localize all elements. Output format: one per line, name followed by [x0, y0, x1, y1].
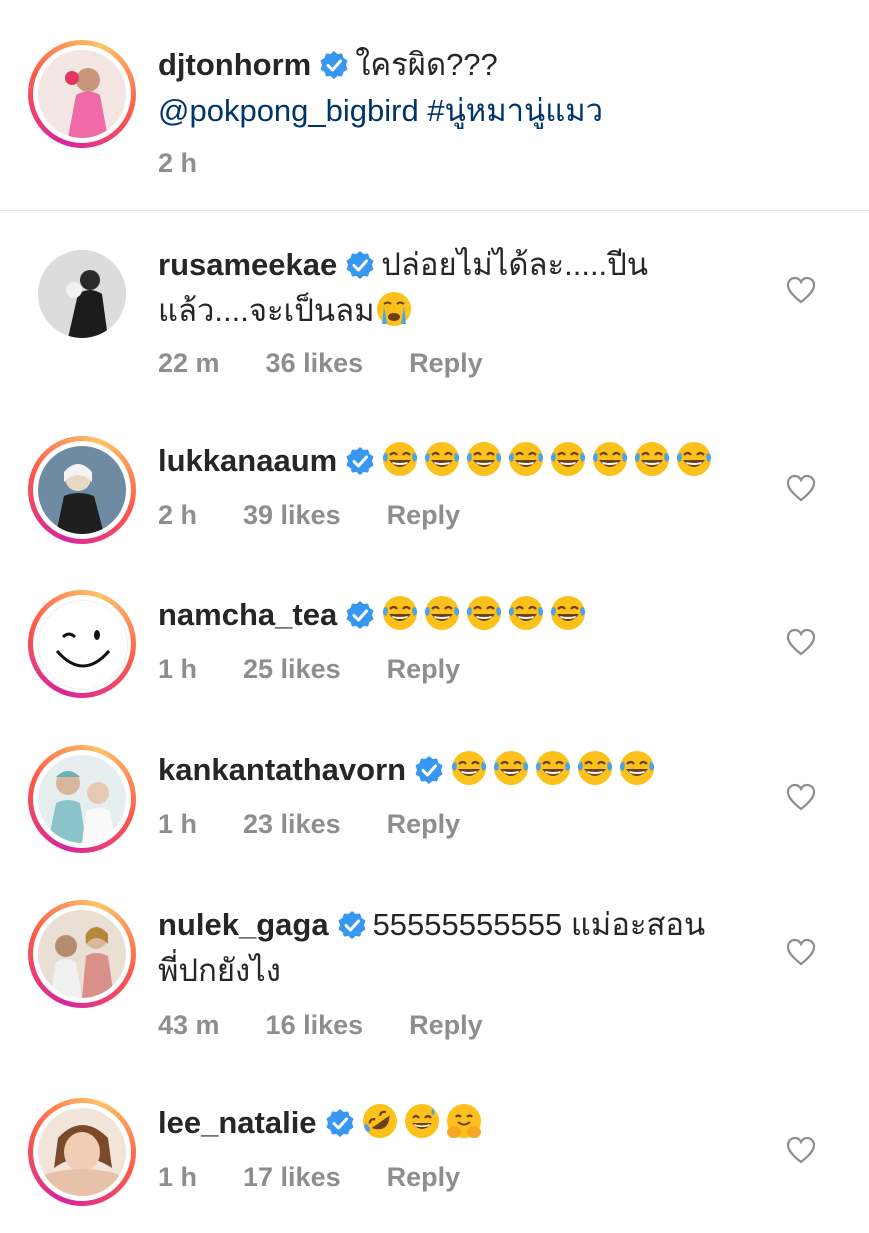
verified-badge-icon [326, 1109, 354, 1137]
comment-text: rusameekae ปล่อยไม่ได้ละ.....ปีน แล้ว....… [158, 242, 758, 334]
comment-meta: 22 m 36 likes Reply [158, 348, 483, 379]
likes-count[interactable]: 16 likes [266, 1010, 364, 1041]
verified-badge-icon [346, 601, 374, 629]
laughing-tears-icon [467, 596, 502, 630]
emoji-run [381, 442, 717, 478]
likes-count[interactable]: 23 likes [243, 809, 341, 840]
laughing-tears-icon [577, 751, 613, 785]
likes-count[interactable]: 17 likes [243, 1162, 341, 1193]
comment-meta: 1 h 25 likes Reply [158, 654, 460, 685]
reply-button[interactable]: Reply [387, 809, 461, 840]
rolling-laughing-icon [362, 1104, 397, 1138]
comment-body: 55555555555 แม่อะสอน [372, 907, 706, 942]
divider [0, 210, 869, 211]
comment-text: kankantathavorn [158, 747, 758, 793]
reply-button[interactable]: Reply [387, 654, 461, 685]
laughing-tears-icon [451, 751, 487, 785]
laughing-tears-icon [383, 442, 418, 476]
sweat-smile-icon [404, 1104, 439, 1138]
laughing-tears-icon [467, 442, 502, 476]
caption-username[interactable]: djtonhorm [158, 47, 311, 82]
laughing-tears-icon [677, 442, 712, 476]
commenter-avatar[interactable] [28, 436, 136, 544]
caption-time: 2 h [158, 148, 198, 178]
comment-time: 1 h [158, 654, 198, 684]
laughing-tears-icon [509, 442, 544, 476]
comment-time: 43 m [158, 1010, 220, 1040]
caption-meta: 2 h [158, 148, 197, 179]
comment-username[interactable]: kankantathavorn [158, 752, 406, 787]
likes-count[interactable]: 36 likes [266, 348, 364, 379]
laughing-tears-icon [493, 751, 529, 785]
commenter-avatar[interactable] [38, 250, 126, 338]
laughing-tears-icon [425, 442, 460, 476]
reply-button[interactable]: Reply [409, 348, 483, 379]
verified-badge-icon [415, 756, 443, 784]
laughing-tears-icon [425, 596, 460, 630]
caption-mention[interactable]: @pokpong_bigbird #นู่หมานู่แมว [158, 93, 603, 128]
reply-button[interactable]: Reply [387, 1162, 461, 1193]
post-caption: djtonhorm ใครผิด??? @pokpong_bigbird #นู่… [0, 0, 869, 210]
laughing-tears-icon [535, 751, 571, 785]
laughing-tears-icon [383, 596, 418, 630]
emoji-run [361, 1104, 487, 1140]
verified-badge-icon [320, 51, 348, 79]
heart-icon[interactable] [786, 276, 816, 304]
comment-username[interactable]: rusameekae [158, 247, 337, 282]
comment-meta: 1 h 23 likes Reply [158, 809, 460, 840]
comment-text: namcha_tea [158, 592, 758, 638]
caption-body: ใครผิด??? [355, 47, 498, 82]
commenter-avatar[interactable] [28, 900, 136, 1008]
caption-text: djtonhorm ใครผิด??? @pokpong_bigbird #นู่… [158, 42, 758, 134]
heart-icon[interactable] [786, 1136, 816, 1164]
laughing-tears-icon [593, 442, 628, 476]
comment-text: nulek_gaga 55555555555 แม่อะสอน พี่ปกยังไ… [158, 902, 758, 994]
verified-badge-icon [346, 251, 374, 279]
laughing-tears-icon [619, 751, 655, 785]
comment-body-line2: แล้ว....จะเป็นลม [158, 293, 375, 328]
comment-username[interactable]: lee_natalie [158, 1105, 317, 1140]
laughing-tears-icon [551, 442, 586, 476]
comment-username[interactable]: namcha_tea [158, 597, 337, 632]
comment-text: lee_natalie [158, 1100, 758, 1146]
comment-time: 2 h [158, 500, 198, 530]
comment-body-line2: พี่ปกยังไง [158, 953, 281, 988]
reply-button[interactable]: Reply [387, 500, 461, 531]
comment-time: 22 m [158, 348, 220, 378]
emoji-run [381, 596, 591, 632]
commenter-avatar[interactable] [28, 1098, 136, 1206]
caption-avatar[interactable] [28, 40, 136, 148]
laughing-tears-icon [551, 596, 586, 630]
laughing-tears-icon [509, 596, 544, 630]
commenter-avatar[interactable] [28, 590, 136, 698]
reply-button[interactable]: Reply [409, 1010, 483, 1041]
heart-icon[interactable] [786, 938, 816, 966]
comment-meta: 1 h 17 likes Reply [158, 1162, 460, 1193]
comment-username[interactable]: lukkanaaum [158, 443, 337, 478]
comment-body: ปล่อยไม่ได้ละ.....ปีน [381, 247, 649, 282]
commenter-avatar[interactable] [28, 745, 136, 853]
verified-badge-icon [338, 911, 366, 939]
verified-badge-icon [346, 447, 374, 475]
likes-count[interactable]: 25 likes [243, 654, 341, 685]
comment-text: lukkanaaum [158, 438, 758, 484]
comment-time: 1 h [158, 1162, 198, 1192]
emoji-run [450, 751, 660, 787]
heart-icon[interactable] [786, 628, 816, 656]
heart-icon[interactable] [786, 474, 816, 502]
heart-icon[interactable] [786, 783, 816, 811]
comment-meta: 2 h 39 likes Reply [158, 500, 460, 531]
laughing-tears-icon [635, 442, 670, 476]
likes-count[interactable]: 39 likes [243, 500, 341, 531]
hugging-face-icon [446, 1104, 481, 1138]
comment-meta: 43 m 16 likes Reply [158, 1010, 483, 1041]
comment-username[interactable]: nulek_gaga [158, 907, 329, 942]
comment-time: 1 h [158, 809, 198, 839]
crying-face-icon [376, 292, 411, 326]
